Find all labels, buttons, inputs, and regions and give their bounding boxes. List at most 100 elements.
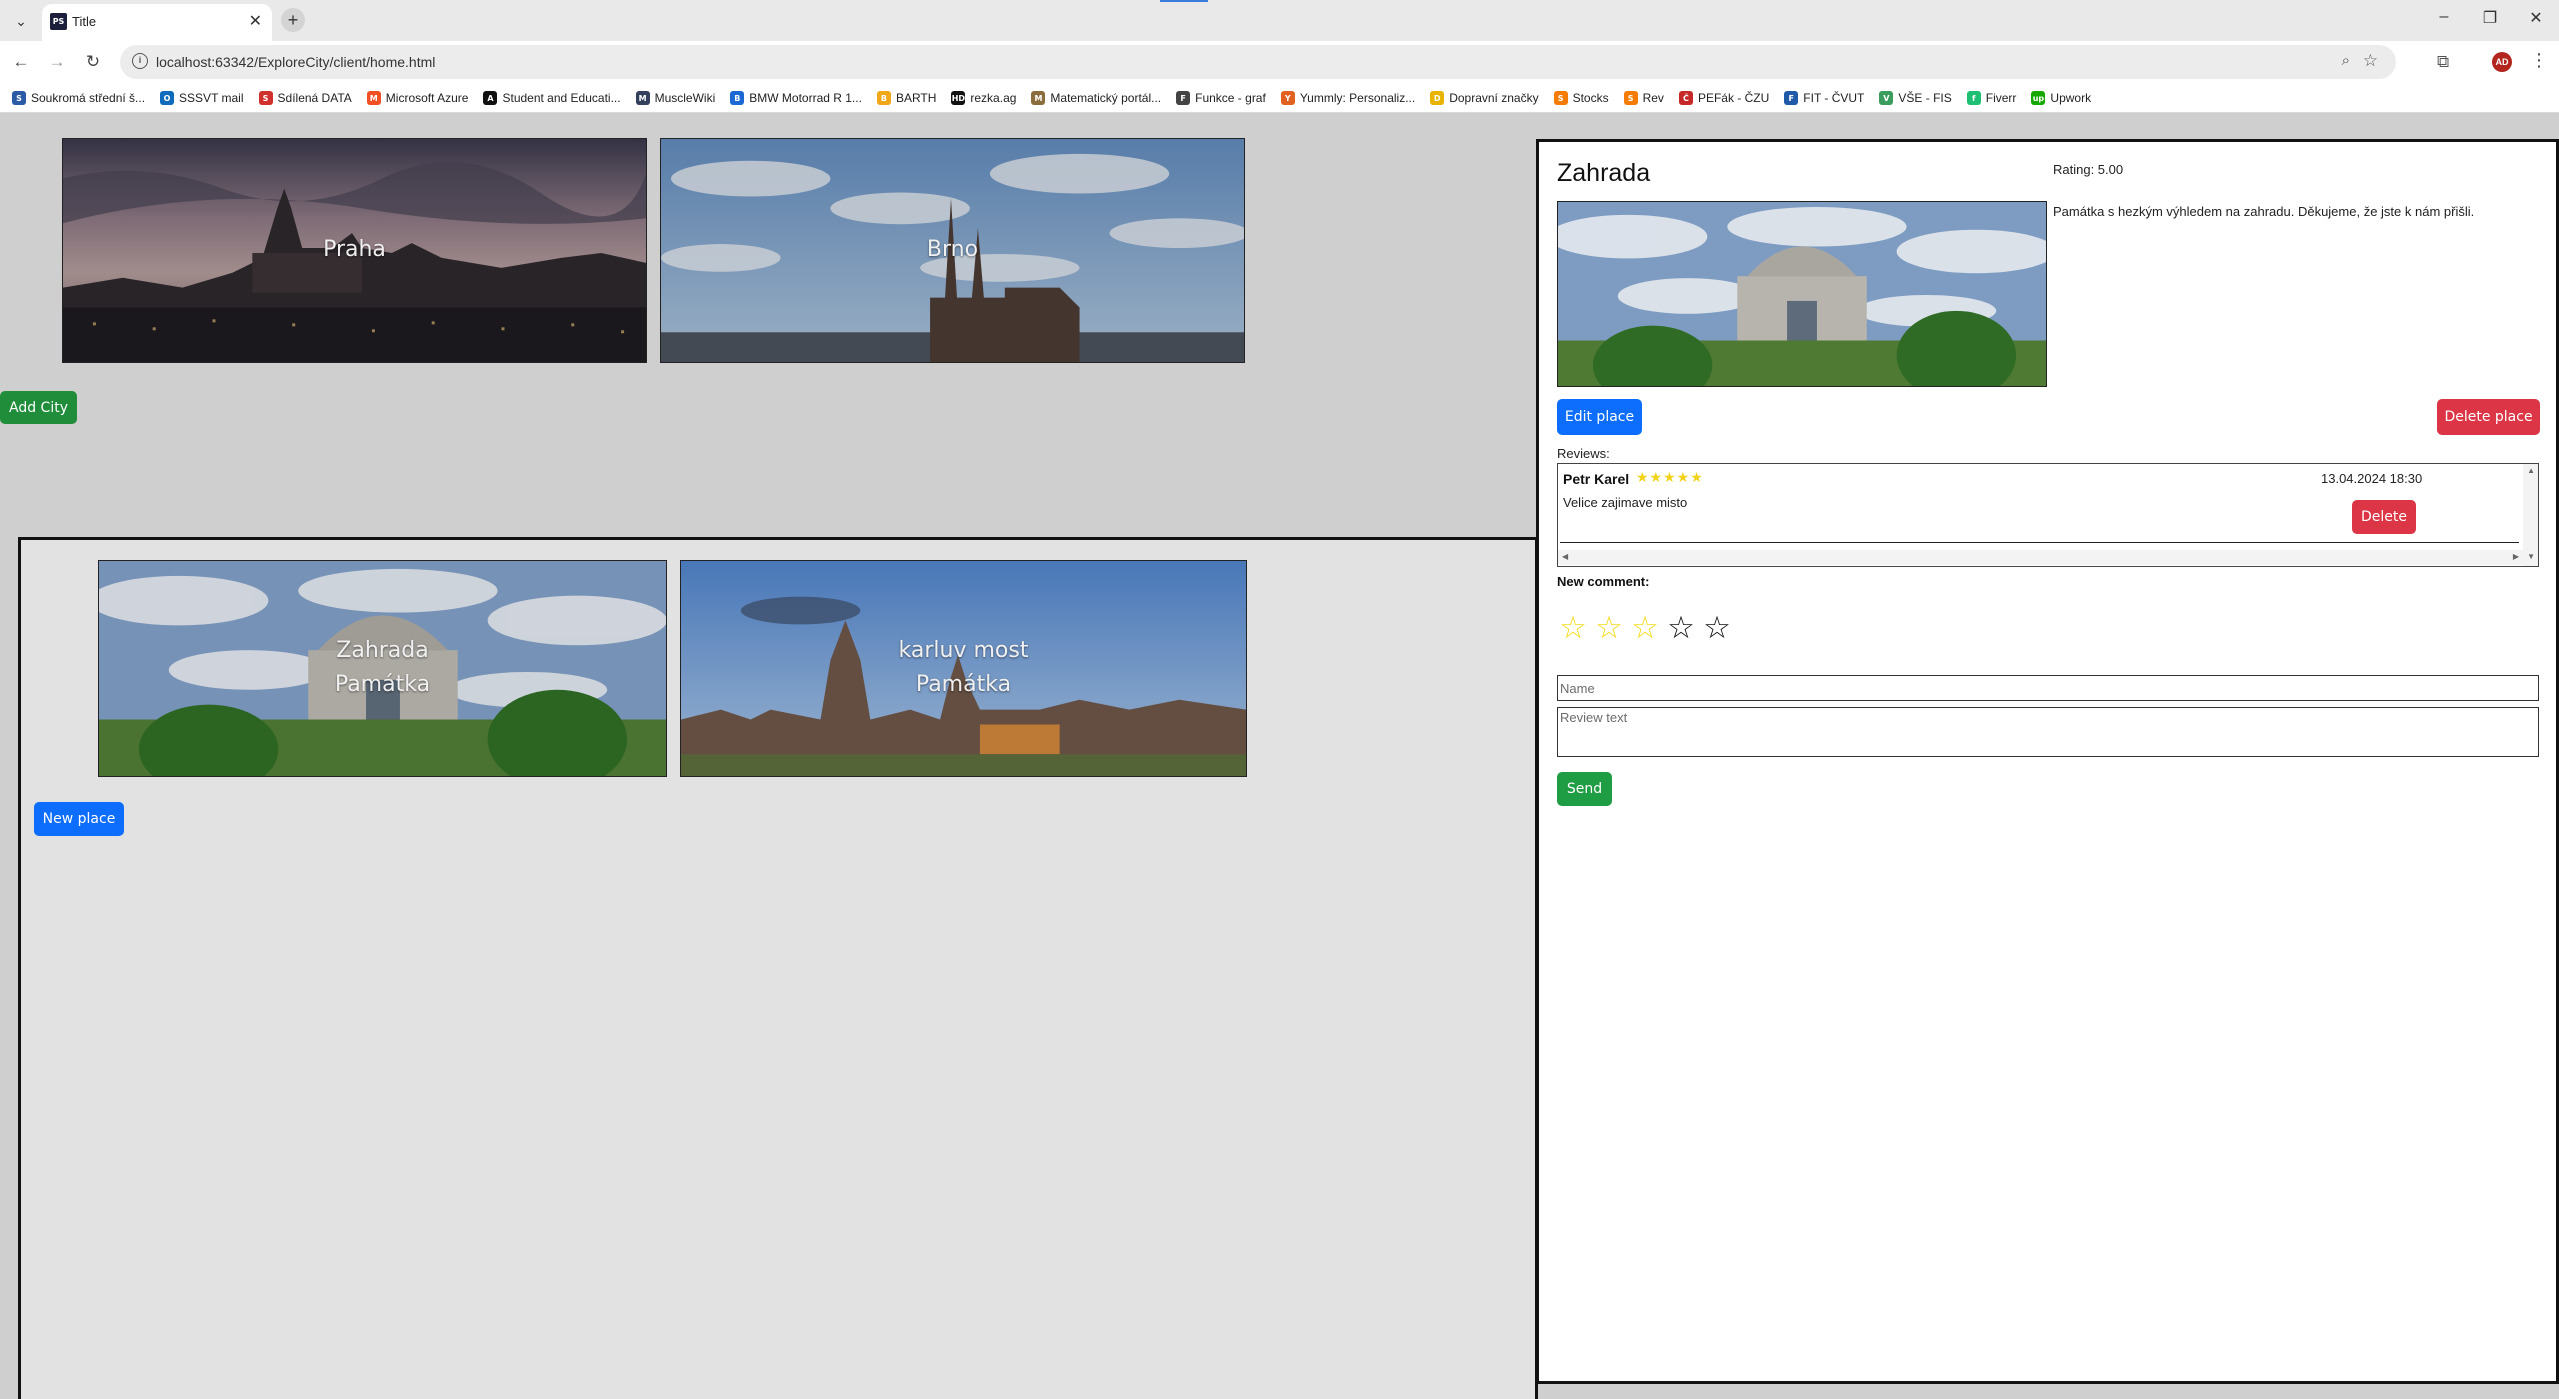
reviews-horizontal-scrollbar[interactable]: ◀ ▶ xyxy=(1558,550,2523,565)
bookmark-item[interactable]: V VŠE - FIS xyxy=(1879,91,1952,105)
window-close-icon[interactable]: ✕ xyxy=(2524,8,2548,28)
browser-toolbar: ← → ↻ i localhost:63342/ExploreCity/clie… xyxy=(0,41,2559,84)
delete-review-button[interactable]: Delete xyxy=(2352,500,2416,534)
scroll-left-icon[interactable]: ◀ xyxy=(1562,552,1568,561)
restore-icon[interactable]: ❐ xyxy=(2478,8,2502,28)
zoom-icon[interactable]: ⌕ xyxy=(2342,52,2350,69)
rating-star-icon[interactable]: ☆ xyxy=(1555,610,1591,646)
new-tab-button[interactable]: + xyxy=(281,8,305,32)
bookmark-item[interactable]: Y Yummly: Personaliz... xyxy=(1280,91,1415,105)
zahrada-image xyxy=(99,561,666,776)
bookmark-item[interactable]: S Rev xyxy=(1623,91,1664,105)
bookmark-label: Student and Educati... xyxy=(502,91,621,105)
reviews-list[interactable]: Petr Karel ★★★★★ 13.04.2024 18:30 Velice… xyxy=(1557,463,2539,567)
url-text[interactable]: localhost:63342/ExploreCity/client/home.… xyxy=(156,54,435,70)
bookmark-label: BMW Motorrad R 1... xyxy=(749,91,862,105)
bookmark-favicon-icon: B xyxy=(730,91,745,105)
bookmark-label: PEFák - ČZU xyxy=(1697,91,1770,105)
scroll-right-icon[interactable]: ▶ xyxy=(2513,552,2519,561)
place-name: karluv most xyxy=(898,638,1029,663)
bookmark-item[interactable]: up Upwork xyxy=(2031,91,2091,105)
bookmark-item[interactable]: F Funkce - graf xyxy=(1176,91,1266,105)
bookmark-item[interactable]: B BARTH xyxy=(876,91,936,105)
bookmark-item[interactable]: B BMW Motorrad R 1... xyxy=(730,91,862,105)
bookmark-item[interactable]: O SSSVT mail xyxy=(160,91,244,105)
place-type: Památka xyxy=(334,672,431,697)
reviews-vertical-scrollbar[interactable]: ▲ ▼ xyxy=(2523,464,2538,566)
rating-star-picker[interactable]: ☆ ☆ ☆ ☆ ☆ xyxy=(1555,610,1735,646)
bookmark-item[interactable]: S Sdílená DATA xyxy=(258,91,352,105)
rating-star-icon[interactable]: ☆ xyxy=(1627,610,1663,646)
place-card-zahrada[interactable]: Zahrada Památka xyxy=(98,560,667,777)
tab-close-icon[interactable]: ✕ xyxy=(249,11,262,31)
bookmark-label: Soukromá střední š... xyxy=(31,91,146,105)
browser-tab[interactable]: PS Title ✕ xyxy=(42,4,272,41)
bookmark-item[interactable]: HD rezka.ag xyxy=(951,91,1016,105)
tab-favicon-icon: PS xyxy=(50,13,67,30)
edit-place-button[interactable]: Edit place xyxy=(1557,399,1642,435)
send-button[interactable]: Send xyxy=(1557,772,1612,806)
bookmark-label: Matematický portál... xyxy=(1050,91,1162,105)
browser-menu-icon[interactable]: ⋮ xyxy=(2530,50,2548,71)
bookmark-favicon-icon: M xyxy=(1031,91,1046,105)
scroll-down-icon[interactable]: ▼ xyxy=(2527,552,2535,561)
bookmark-favicon-icon: M xyxy=(366,91,381,105)
extensions-icon[interactable]: ⧉ xyxy=(2437,52,2449,72)
bookmark-favicon-icon: S xyxy=(12,91,26,105)
bookmark-item[interactable]: M MuscleWiki xyxy=(635,91,715,105)
bookmark-favicon-icon: B xyxy=(876,91,891,105)
review-text-input[interactable] xyxy=(1557,707,2539,757)
review-date: 13.04.2024 18:30 xyxy=(2321,471,2423,486)
bookmark-favicon-icon: Y xyxy=(1280,91,1295,105)
place-title: Zahrada xyxy=(1557,159,1651,187)
bookmark-favicon-icon: Č xyxy=(1678,91,1693,105)
bookmark-item[interactable]: Č PEFák - ČZU xyxy=(1678,91,1770,105)
place-name: Zahrada xyxy=(336,638,429,663)
address-bar[interactable]: i localhost:63342/ExploreCity/client/hom… xyxy=(120,45,2396,79)
bookmarks-bar: S Soukromá střední š... O SSSVT mail S Sdílen… xyxy=(0,84,2559,113)
name-input[interactable] xyxy=(1557,675,2539,701)
bookmark-favicon-icon: f xyxy=(1966,91,1981,105)
reviews-label: Reviews: xyxy=(1557,446,1610,461)
bookmark-item[interactable]: A Student and Educati... xyxy=(483,91,621,105)
bookmark-label: Microsoft Azure xyxy=(385,91,469,105)
reload-icon[interactable]: ↻ xyxy=(82,52,104,72)
window-drag-marker xyxy=(1160,0,1208,2)
karluv-most-image xyxy=(681,561,1246,776)
bookmark-label: Funkce - graf xyxy=(1195,91,1266,105)
new-comment-label: New comment: xyxy=(1557,574,1650,589)
forward-arrow-icon[interactable]: → xyxy=(46,52,68,72)
place-card-karluv-most[interactable]: karluv most Památka xyxy=(680,560,1247,777)
site-info-icon[interactable]: i xyxy=(132,53,148,69)
scroll-up-icon[interactable]: ▲ xyxy=(2527,466,2535,475)
rating-star-icon[interactable]: ☆ xyxy=(1663,610,1699,646)
bookmark-item[interactable]: S Stocks xyxy=(1553,91,1609,105)
delete-place-button[interactable]: Delete place xyxy=(2437,399,2540,435)
rating-star-icon[interactable]: ☆ xyxy=(1699,610,1735,646)
bookmark-label: Rev xyxy=(1642,91,1664,105)
bookmark-favicon-icon: F xyxy=(1784,91,1799,105)
bookmark-favicon-icon: S xyxy=(1623,91,1638,105)
rating-star-icon[interactable]: ☆ xyxy=(1591,610,1627,646)
bookmark-star-icon[interactable]: ☆ xyxy=(2363,51,2378,71)
tab-search-chevron-icon[interactable]: ⌄ xyxy=(10,10,32,32)
add-city-button[interactable]: Add City xyxy=(0,391,77,424)
bookmark-item[interactable]: F FIT - ČVUT xyxy=(1784,91,1864,105)
minimize-icon[interactable]: – xyxy=(2432,8,2456,26)
city-card-brno[interactable]: Brno xyxy=(660,138,1245,363)
city-card-praha[interactable]: Praha xyxy=(62,138,647,363)
bookmark-label: FIT - ČVUT xyxy=(1803,91,1865,105)
new-place-button[interactable]: New place xyxy=(34,802,124,836)
bookmark-favicon-icon: M xyxy=(635,91,650,105)
city-name: Brno xyxy=(926,237,979,262)
bookmark-item[interactable]: M Microsoft Azure xyxy=(366,91,469,105)
bookmark-favicon-icon: up xyxy=(2031,91,2046,105)
back-arrow-icon[interactable]: ← xyxy=(10,52,32,72)
bookmark-item[interactable]: f Fiverr xyxy=(1966,91,2016,105)
bookmark-item[interactable]: S Soukromá střední š... xyxy=(12,91,145,105)
bookmark-item[interactable]: D Dopravní značky xyxy=(1430,91,1539,105)
bookmark-item[interactable]: M Matematický portál... xyxy=(1031,91,1161,105)
profile-avatar[interactable]: AD xyxy=(2492,52,2512,72)
review-author: Petr Karel xyxy=(1563,471,1630,487)
city-name: Praha xyxy=(323,237,386,262)
